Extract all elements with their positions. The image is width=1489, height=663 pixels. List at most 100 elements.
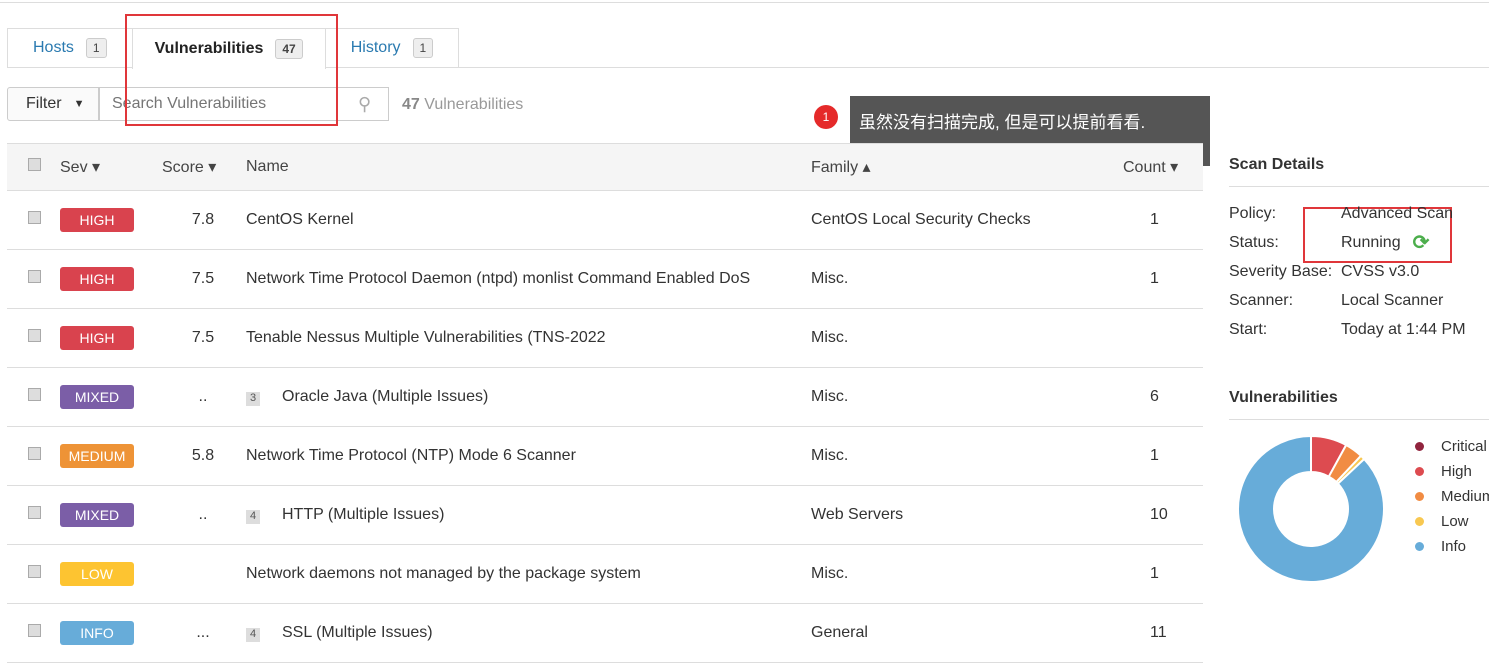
severity-badge: HIGH — [60, 326, 134, 350]
score: 7.5 — [161, 308, 245, 368]
legend-label: Critical — [1441, 438, 1487, 455]
severity-badge: INFO — [60, 621, 134, 645]
filter-button[interactable]: Filter ▼ — [7, 87, 99, 121]
vulnerability-count: 47 Vulnerabilities — [402, 96, 524, 113]
select-all-checkbox[interactable] — [28, 158, 41, 171]
name-text: CentOS Kernel — [246, 211, 354, 228]
row-checkbox[interactable] — [28, 270, 41, 283]
count: 1 — [1122, 426, 1203, 486]
name-text: Network Time Protocol Daemon (ntpd) monl… — [246, 270, 751, 287]
name-text: Oracle Java (Multiple Issues) — [282, 388, 489, 405]
legend-dot — [1415, 467, 1424, 476]
vulnerabilities-chart-title: Vulnerabilities — [1229, 389, 1489, 420]
detail-label: Policy: — [1229, 204, 1277, 222]
row-checkbox[interactable] — [28, 624, 41, 637]
name-text: HTTP (Multiple Issues) — [282, 506, 445, 523]
scan-details-title: Scan Details — [1229, 156, 1489, 187]
tab-label: Hosts — [33, 39, 74, 56]
severity-badge: MEDIUM — [60, 444, 134, 468]
table-row[interactable]: MIXED .. 3 Oracle Java (Multiple Issues) … — [7, 367, 1203, 427]
row-checkbox[interactable] — [28, 388, 41, 401]
detail-row: Scanner: Local Scanner — [1229, 286, 1489, 315]
column-name[interactable]: Name — [245, 143, 810, 191]
severity-badge: MIXED — [60, 385, 134, 409]
name-text: Network daemons not managed by the packa… — [246, 565, 641, 582]
vulnerability-name[interactable]: 4 HTTP (Multiple Issues) — [245, 485, 810, 545]
column-sev[interactable]: Sev ▾ — [59, 143, 161, 191]
detail-value: Today at 1:44 PM — [1341, 320, 1466, 338]
count — [1122, 308, 1203, 368]
vulnerabilities-donut-chart — [1237, 434, 1385, 583]
detail-value: Running — [1341, 233, 1401, 251]
severity-badge: LOW — [60, 562, 134, 586]
column-family[interactable]: Family ▴ — [810, 143, 1122, 191]
detail-label: Scanner: — [1229, 291, 1294, 309]
detail-value: Advanced Scan — [1341, 204, 1454, 222]
severity-badge: HIGH — [60, 267, 134, 291]
legend-label: Low — [1441, 513, 1469, 530]
detail-row: Status: Running ⟳ — [1229, 228, 1489, 257]
group-count: 3 — [246, 392, 260, 406]
table-row[interactable]: MEDIUM 5.8 Network Time Protocol (NTP) M… — [7, 426, 1203, 486]
legend-label: Medium — [1441, 488, 1489, 505]
family: CentOS Local Security Checks — [810, 190, 1122, 250]
vulnerability-name[interactable]: Network Time Protocol (NTP) Mode 6 Scann… — [245, 426, 810, 486]
vulnerability-name[interactable]: Network daemons not managed by the packa… — [245, 544, 810, 604]
vulnerability-name[interactable]: Tenable Nessus Multiple Vulnerabilities … — [245, 308, 810, 368]
family: Misc. — [810, 367, 1122, 427]
table-row[interactable]: INFO ... 4 SSL (Multiple Issues) General … — [7, 603, 1203, 663]
detail-row: Policy: Advanced Scan — [1229, 199, 1489, 228]
count: 11 — [1122, 603, 1203, 663]
caret-down-icon: ▼ — [73, 98, 85, 110]
highlight-box — [125, 14, 338, 126]
score: .. — [161, 367, 245, 427]
severity-badge: MIXED — [60, 503, 134, 527]
name-text: SSL (Multiple Issues) — [282, 624, 433, 641]
table-row[interactable]: MIXED .. 4 HTTP (Multiple Issues) Web Ser… — [7, 485, 1203, 545]
search-icon[interactable]: ⚲ — [358, 94, 371, 115]
column-count[interactable]: Count ▾ — [1122, 143, 1203, 191]
score — [161, 544, 245, 604]
table-row[interactable]: LOW Network daemons not managed by the p… — [7, 544, 1203, 604]
group-count: 4 — [246, 628, 260, 642]
top-divider — [0, 2, 1489, 3]
count: 1 — [1122, 544, 1203, 604]
table-row[interactable]: HIGH 7.5 Network Time Protocol Daemon (n… — [7, 249, 1203, 309]
row-checkbox[interactable] — [28, 447, 41, 460]
row-checkbox[interactable] — [28, 565, 41, 578]
vulnerabilities-table: Sev ▾ Score ▾ Name Family ▴ Count ▾ HIGH… — [7, 143, 1203, 663]
detail-row: Severity Base: CVSS v3.0 — [1229, 257, 1489, 286]
tab-hosts[interactable]: Hosts 1 — [7, 28, 133, 67]
tab-count: 1 — [85, 38, 107, 58]
family: General — [810, 603, 1122, 663]
legend-item-critical: Critical — [1415, 434, 1489, 459]
family: Misc. — [810, 426, 1122, 486]
severity-badge: HIGH — [60, 208, 134, 232]
count: 1 — [1122, 249, 1203, 309]
vulnerability-name[interactable]: Network Time Protocol Daemon (ntpd) monl… — [245, 249, 810, 309]
vulnerability-name[interactable]: 3 Oracle Java (Multiple Issues) — [245, 367, 810, 427]
group-count: 4 — [246, 510, 260, 524]
column-score[interactable]: Score ▾ — [161, 143, 245, 191]
score: .. — [161, 485, 245, 545]
legend-label: High — [1441, 463, 1472, 480]
score: 7.8 — [161, 190, 245, 250]
row-checkbox[interactable] — [28, 506, 41, 519]
detail-label: Start: — [1229, 320, 1268, 338]
name-text: Network Time Protocol (NTP) Mode 6 Scann… — [246, 447, 576, 464]
vulnerability-name[interactable]: CentOS Kernel — [245, 190, 810, 250]
vulnerability-name[interactable]: 4 SSL (Multiple Issues) — [245, 603, 810, 663]
refresh-icon: ⟳ — [1412, 232, 1430, 254]
table-row[interactable]: HIGH 7.8 CentOS Kernel CentOS Local Secu… — [7, 190, 1203, 250]
detail-row: Start: Today at 1:44 PM — [1229, 315, 1489, 344]
tab-label: History — [350, 39, 401, 56]
filter-label: Filter — [26, 95, 62, 112]
family: Misc. — [810, 249, 1122, 309]
tab-history[interactable]: History 1 — [324, 28, 460, 67]
row-checkbox[interactable] — [28, 329, 41, 342]
table-row[interactable]: HIGH 7.5 Tenable Nessus Multiple Vulnera… — [7, 308, 1203, 368]
legend-item-info: Info — [1415, 534, 1489, 559]
row-checkbox[interactable] — [28, 211, 41, 224]
detail-value: CVSS v3.0 — [1341, 262, 1420, 280]
family: Web Servers — [810, 485, 1122, 545]
